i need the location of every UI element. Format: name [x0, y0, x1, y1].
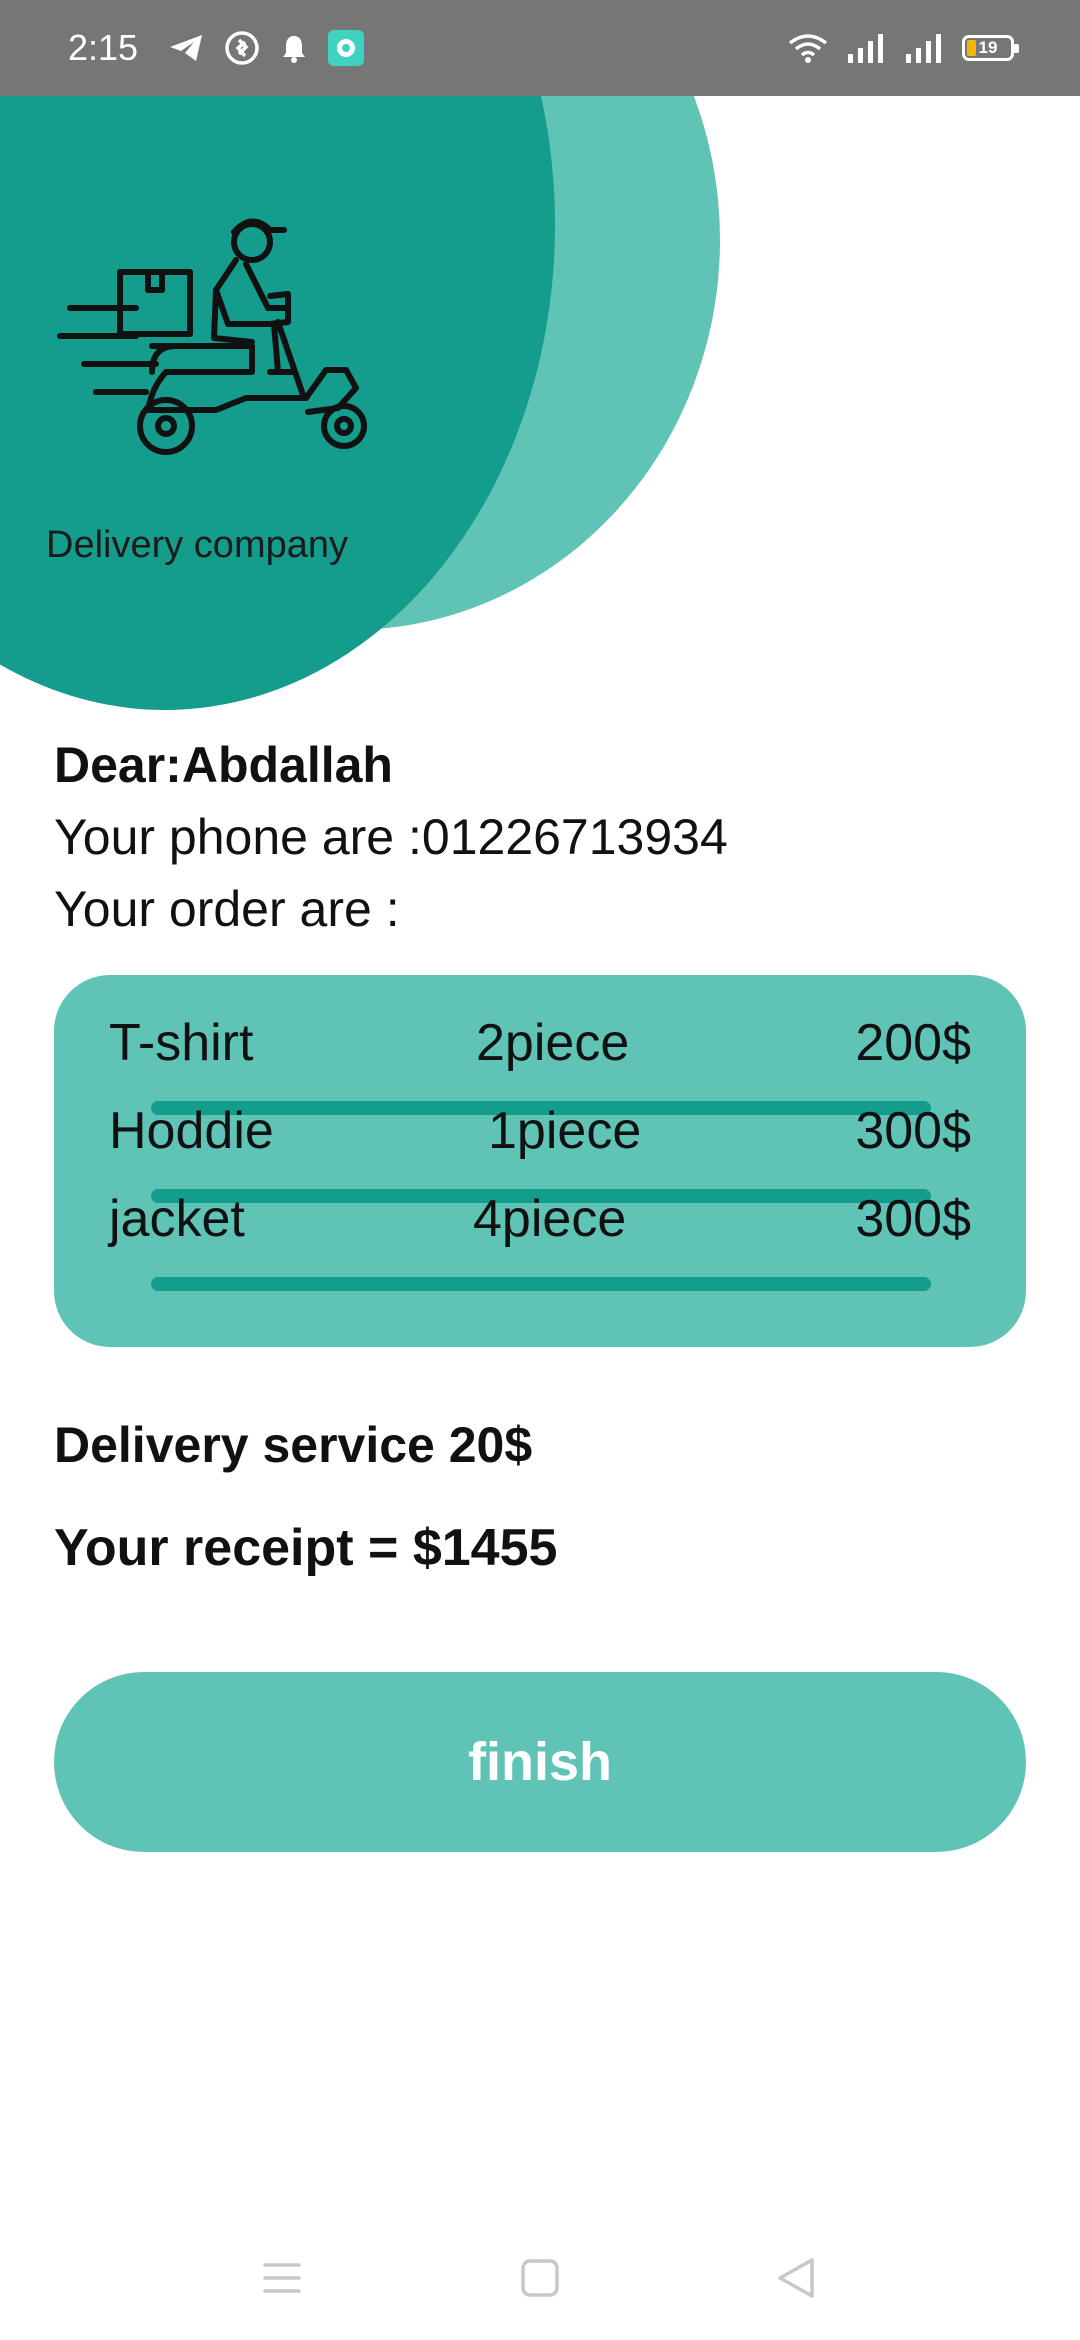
- delivery-service-fee: Delivery service 20$: [54, 1417, 533, 1473]
- signal-bars-icon: [848, 34, 883, 63]
- delivery-scooter-icon: [57, 218, 367, 455]
- menu-icon[interactable]: [252, 2248, 312, 2308]
- receipt-total: Your receipt = $1455: [54, 1519, 558, 1577]
- home-icon[interactable]: [510, 2248, 570, 2308]
- app-badge-icon: [328, 30, 364, 66]
- item-quantity: 1piece: [488, 1102, 642, 1160]
- notification-bell-icon: [283, 36, 305, 63]
- item-quantity: 2piece: [476, 1014, 630, 1072]
- status-time: 2:15: [68, 27, 139, 68]
- wifi-icon: [788, 34, 828, 63]
- shazam-icon: [225, 31, 259, 65]
- telegram-icon: [170, 35, 202, 61]
- order-label: Your order are :: [54, 881, 400, 937]
- battery-level: 19: [978, 38, 998, 57]
- battery-icon: 19: [962, 35, 1019, 61]
- back-icon[interactable]: [766, 2248, 826, 2308]
- item-name: Hoddie: [109, 1102, 274, 1160]
- item-name: jacket: [109, 1190, 245, 1248]
- screen: 2:15 19 Delivery company Dear:Abdallah Y…: [0, 0, 1080, 2340]
- navigation-bar: [0, 2220, 1080, 2340]
- row-divider: [151, 1277, 931, 1291]
- item-price: 300$: [855, 1102, 971, 1160]
- item-name: T-shirt: [109, 1014, 254, 1072]
- company-name: Delivery company: [46, 524, 348, 566]
- item-price: 300$: [855, 1190, 971, 1248]
- customer-phone: Your phone are :01226713934: [54, 809, 728, 865]
- status-icons-right: 19: [788, 32, 1019, 64]
- finish-button[interactable]: finish: [54, 1672, 1026, 1852]
- status-bar: 2:15 19: [0, 0, 1080, 96]
- order-row: Hoddie 1piece 300$: [54, 1085, 1026, 1173]
- order-row: T-shirt 2piece 200$: [54, 997, 1026, 1085]
- order-card: T-shirt 2piece 200$ Hoddie 1piece 300$ j…: [54, 975, 1026, 1347]
- status-icons-left: [168, 30, 364, 66]
- item-quantity: 4piece: [473, 1190, 627, 1248]
- signal-bars-icon: [906, 34, 941, 63]
- order-row: jacket 4piece 300$: [54, 1173, 1026, 1261]
- customer-greeting: Dear:Abdallah: [54, 737, 393, 793]
- item-price: 200$: [855, 1014, 971, 1072]
